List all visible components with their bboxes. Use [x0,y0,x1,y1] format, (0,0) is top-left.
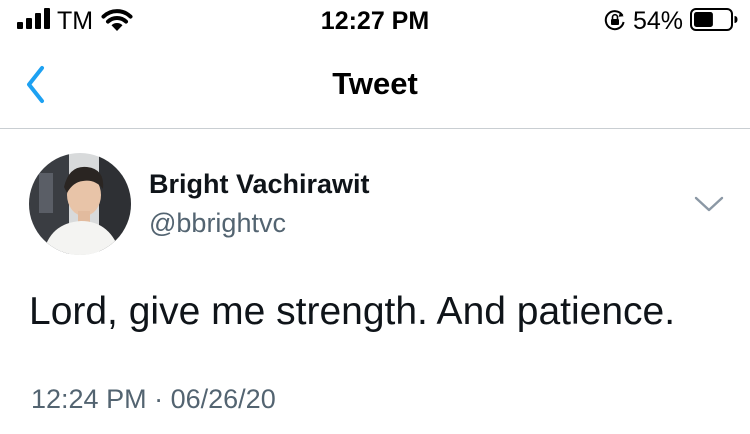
tweet-date: 06/26/20 [170,384,276,414]
profile-photo [29,153,131,255]
page-title: Tweet [332,66,418,101]
battery-percentage: 54% [633,7,684,35]
tweet-text: Lord, give me strength. And patience. [29,290,676,333]
battery-icon [690,8,738,31]
timestamp-separator: · [154,384,164,414]
rotation-lock-icon [604,10,625,31]
author-handle[interactable]: @bbrightvc [149,207,286,239]
tweet-time: 12:24 PM [31,384,147,414]
author-display-name[interactable]: Bright Vachirawit [149,168,370,200]
tweet-options-button[interactable] [692,191,726,217]
battery-level-fill [694,12,713,27]
status-bar: TM 12:27 PM 54% [0,0,750,44]
tweet-timestamp: 12:24 PM · 06/26/20 [31,383,276,415]
navigation-bar: Tweet [0,44,750,129]
tweet-card: Bright Vachirawit @bbrightvc Lord, give … [0,129,750,434]
avatar[interactable] [29,153,131,255]
tweet-detail-screen: TM 12:27 PM 54% Tweet Bright Vachirawit … [0,0,750,434]
chevron-down-icon [694,196,724,212]
